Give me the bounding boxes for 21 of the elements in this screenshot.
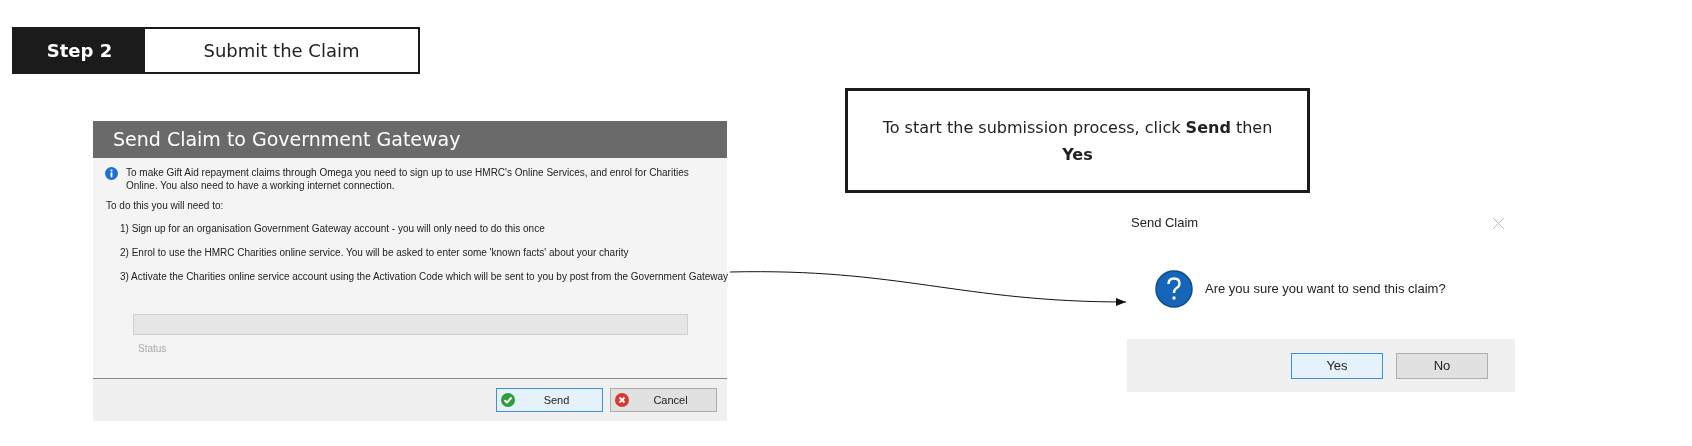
confirm-message: Are you sure you want to send this claim?	[1205, 279, 1446, 298]
info-icon	[105, 167, 118, 180]
info-text: To make Gift Aid repayment claims through Omega you need to sign up to use HMRC's Online Services, and enrol for Charities Online. You also need to have a working internet connection.	[126, 166, 690, 192]
check-icon	[501, 393, 515, 407]
dialog-button[interactable]: No	[1396, 352, 1488, 379]
dialog-button[interactable]: Yes	[1291, 352, 1383, 379]
step-text: 2) Enrol to use the HMRC Charities online service. You will be asked to enter some 'known facts' about your charity	[120, 246, 630, 260]
status-label: Status	[138, 342, 168, 356]
close-icon	[615, 393, 629, 407]
close-icon[interactable]	[1492, 216, 1505, 230]
dialog-button[interactable]: Cancel	[610, 388, 717, 412]
window-title: Send Claim to Government Gateway	[93, 121, 727, 158]
step-text: 1) Sign up for an organisation Government Gateway account - you will only need to do this once	[120, 222, 546, 236]
step-text: 3) Activate the Charities online service account using the Activation Code which will be sent to you by post from the Government Gateway	[120, 270, 727, 284]
dialog-title: Send Claim	[1131, 214, 1199, 233]
dialog-button[interactable]: Send	[496, 388, 603, 412]
intro-text: To do this you will need to:	[105, 199, 225, 213]
step-label: Step 2	[45, 39, 114, 63]
step-title: Submit the Claim	[145, 29, 418, 72]
question-icon	[1155, 269, 1193, 308]
instruction-text: To start the submission process, click Send then Yes	[881, 116, 1274, 166]
